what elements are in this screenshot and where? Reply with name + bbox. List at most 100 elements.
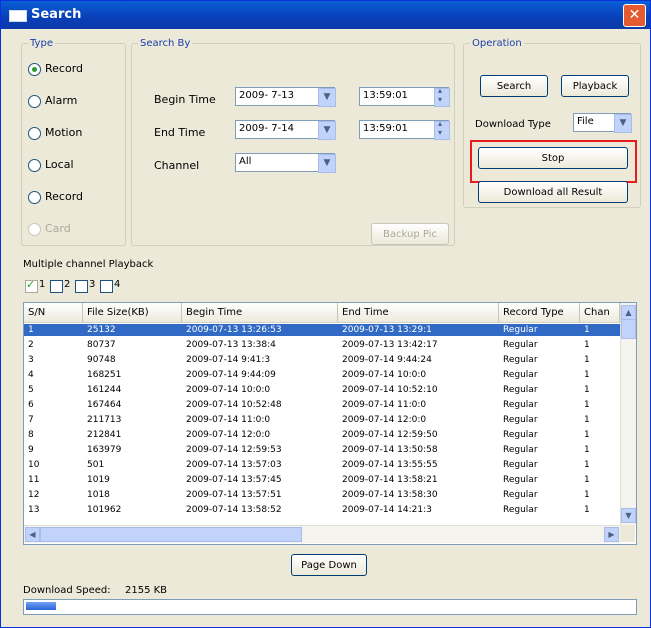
table-row[interactable]: 6 167464 2009-07-14 10:52:48 2009-07-14 11:… xyxy=(24,399,620,411)
table-cell: 2009-07-14 13:57:51 xyxy=(186,490,282,500)
channel-checkbox-4[interactable] xyxy=(100,280,113,293)
table-row[interactable]: 4 168251 2009-07-14 9:44:09 2009-07-14 10:0… xyxy=(24,369,620,381)
table-cell: 2009-07-14 11:0:0 xyxy=(342,400,427,410)
close-icon[interactable]: ✕ xyxy=(623,4,646,27)
download-all-result-button[interactable]: Download all Result xyxy=(478,181,628,203)
table-cell: 80737 xyxy=(87,340,116,350)
search-by-group: Search By xyxy=(131,38,455,246)
dropdown-arrow-icon[interactable]: ▼ xyxy=(614,114,632,133)
backup-pic-button[interactable]: Backup Pic xyxy=(371,223,449,245)
download-speed-label: Download Speed: xyxy=(23,585,111,596)
table-cell: 1 xyxy=(584,460,590,470)
search-by-legend: Search By xyxy=(140,38,191,49)
table-cell: 2009-07-14 10:0:0 xyxy=(342,370,427,380)
horizontal-scrollbar[interactable]: ◀ ▶ xyxy=(24,525,620,543)
table-cell: 2009-07-14 9:44:24 xyxy=(342,355,432,365)
table-row[interactable]: 9 163979 2009-07-14 12:59:53 2009-07-14 13:… xyxy=(24,444,620,456)
type-radio-2[interactable] xyxy=(28,127,41,140)
table-cell: 2009-07-13 13:26:53 xyxy=(186,325,282,335)
table-cell: 163979 xyxy=(87,445,122,455)
download-progress-bar xyxy=(23,599,637,615)
table-cell: 2009-07-14 9:44:09 xyxy=(186,370,276,380)
table-cell: 11 xyxy=(28,475,40,485)
dropdown-arrow-icon[interactable]: ▼ xyxy=(318,154,336,173)
table-cell: 6 xyxy=(28,400,34,410)
table-row[interactable]: 5 161244 2009-07-14 10:0:0 2009-07-14 10:52… xyxy=(24,384,620,396)
table-cell: 12 xyxy=(28,490,40,500)
type-radio-4[interactable] xyxy=(28,191,41,204)
page-down-button[interactable]: Page Down xyxy=(291,554,367,576)
table-cell: 1 xyxy=(584,355,590,365)
table-cell: 2009-07-14 12:0:0 xyxy=(186,430,271,440)
table-row[interactable]: 11 1019 2009-07-14 13:57:45 2009-07-14 13:5… xyxy=(24,474,620,486)
scroll-right-icon[interactable]: ▶ xyxy=(604,527,619,542)
column-header[interactable]: Chan xyxy=(580,303,620,322)
table-cell: 211713 xyxy=(87,415,122,425)
vertical-scrollbar[interactable]: ▲ ▼ xyxy=(620,303,636,525)
table-cell: 1 xyxy=(584,430,590,440)
title-bar[interactable]: Search ✕ xyxy=(1,1,650,29)
scroll-down-icon[interactable]: ▼ xyxy=(621,508,636,523)
table-cell: 2009-07-14 12:59:53 xyxy=(186,445,282,455)
channel-checkbox-label: 4 xyxy=(114,279,121,290)
channel-checkbox-2[interactable] xyxy=(50,280,63,293)
table-cell: 10 xyxy=(28,460,40,470)
type-radio-5 xyxy=(28,223,41,236)
search-button[interactable]: Search xyxy=(480,75,548,97)
table-cell: 1019 xyxy=(87,475,110,485)
type-radio-0[interactable] xyxy=(28,63,41,76)
table-cell: 2009-07-14 12:59:50 xyxy=(342,430,438,440)
dropdown-arrow-icon[interactable]: ▼ xyxy=(318,121,336,140)
progress-fill xyxy=(26,602,56,610)
table-row[interactable]: 3 90748 2009-07-14 9:41:3 2009-07-14 9:44:2… xyxy=(24,354,620,366)
column-header[interactable]: End Time xyxy=(338,303,499,322)
table-cell: Regular xyxy=(503,475,538,485)
channel-checkbox-1[interactable] xyxy=(25,278,38,293)
column-header[interactable]: File Size(KB) xyxy=(83,303,182,322)
search-window: Search ✕ Type Record Alarm Motion Local Reco… xyxy=(0,0,651,628)
table-cell: Regular xyxy=(503,325,538,335)
hscrollbar-thumb[interactable] xyxy=(40,527,302,542)
column-header[interactable]: Begin Time xyxy=(182,303,338,322)
table-cell: Regular xyxy=(503,445,538,455)
table-row[interactable]: 2 80737 2009-07-13 13:38:4 2009-07-13 13:42… xyxy=(24,339,620,351)
type-radio-label[interactable]: Alarm xyxy=(45,94,77,107)
table-cell: Regular xyxy=(503,385,538,395)
table-cell: Regular xyxy=(503,430,538,440)
table-cell: 2009-07-14 12:0:0 xyxy=(342,415,427,425)
multi-playback-label: Multiple channel Playback xyxy=(23,259,154,270)
playback-button[interactable]: Playback xyxy=(561,75,629,97)
scroll-left-icon[interactable]: ◀ xyxy=(25,527,40,542)
type-radio-label[interactable]: Motion xyxy=(45,126,82,139)
type-radio-3[interactable] xyxy=(28,159,41,172)
type-radio-label[interactable]: Local xyxy=(45,158,74,171)
results-table[interactable]: S/N File Size(KB) Begin Time End Time Record… xyxy=(23,302,637,545)
stop-button[interactable]: Stop xyxy=(478,147,628,169)
channel-checkbox-3[interactable] xyxy=(75,280,88,293)
dropdown-arrow-icon[interactable]: ▼ xyxy=(318,88,336,107)
table-cell: 2009-07-14 10:52:48 xyxy=(186,400,282,410)
type-radio-label[interactable]: Record xyxy=(45,190,83,203)
scrollbar-thumb[interactable] xyxy=(621,319,636,339)
table-row[interactable]: 13 101962 2009-07-14 13:58:52 2009-07-14 14… xyxy=(24,504,620,516)
table-cell: 1 xyxy=(584,325,590,335)
table-row[interactable]: 1 25132 2009-07-13 13:26:53 2009-07-13 13:2… xyxy=(24,324,620,336)
table-cell: 1 xyxy=(584,490,590,500)
table-cell: Regular xyxy=(503,355,538,365)
type-radio-1[interactable] xyxy=(28,95,41,108)
table-cell: 1 xyxy=(584,445,590,455)
type-radio-label[interactable]: Record xyxy=(45,62,83,75)
table-row[interactable]: 12 1018 2009-07-14 13:57:51 2009-07-14 13:5… xyxy=(24,489,620,501)
operation-legend: Operation xyxy=(472,38,522,49)
begin-time-spinner[interactable] xyxy=(434,86,450,107)
table-cell: 2009-07-14 10:0:0 xyxy=(186,385,271,395)
scroll-up-icon[interactable]: ▲ xyxy=(621,305,636,320)
table-row[interactable]: 8 212841 2009-07-14 12:0:0 2009-07-14 12:59… xyxy=(24,429,620,441)
table-cell: 8 xyxy=(28,430,34,440)
end-time-spinner[interactable] xyxy=(434,119,450,140)
column-header[interactable]: S/N xyxy=(24,303,83,322)
begin-time-label: Begin Time xyxy=(154,93,216,106)
column-header[interactable]: Record Type xyxy=(499,303,580,322)
table-row[interactable]: 10 501 2009-07-14 13:57:03 2009-07-14 13:55… xyxy=(24,459,620,471)
table-row[interactable]: 7 211713 2009-07-14 11:0:0 2009-07-14 12:0:… xyxy=(24,414,620,426)
